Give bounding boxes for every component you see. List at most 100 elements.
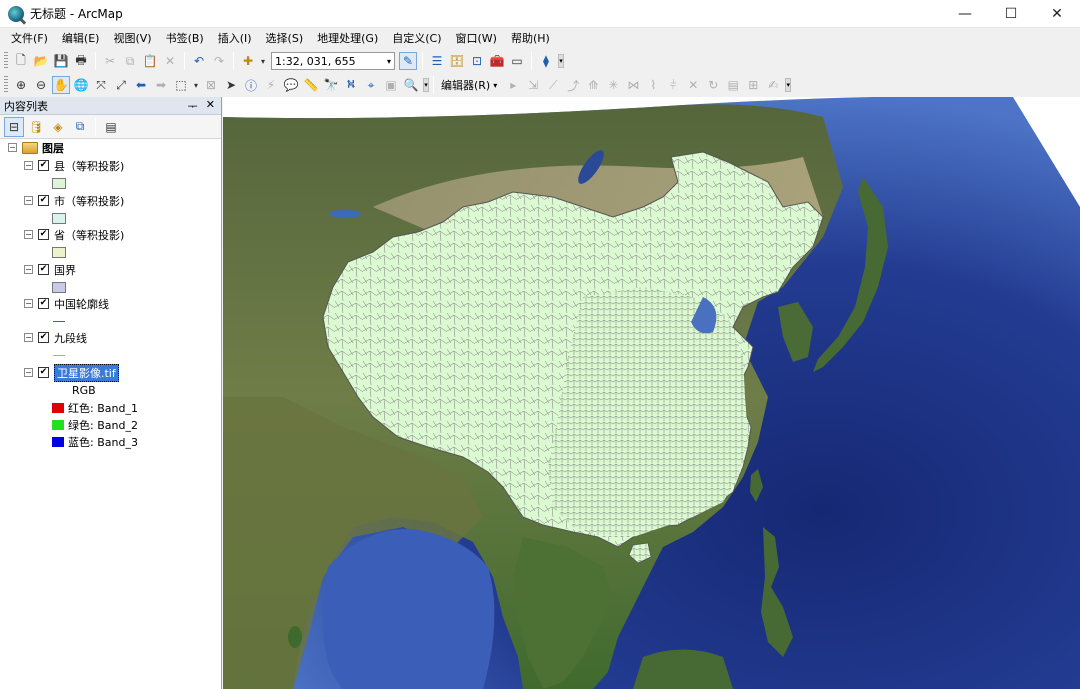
toolbar-overflow-icon[interactable]: ▾ [558, 54, 564, 68]
layer-symbol-row[interactable] [53, 347, 65, 364]
catalog-icon[interactable]: 🗄 [448, 52, 466, 70]
collapse-toggle-icon[interactable]: − [8, 143, 17, 152]
select-elements-arrow-icon[interactable]: ➤ [222, 76, 240, 94]
rotate-icon[interactable]: ↻ [704, 76, 722, 94]
close-button[interactable]: ✕ [1034, 0, 1080, 28]
select-features-icon[interactable]: ⬚ [172, 76, 190, 94]
sketch-properties-icon[interactable]: ⊞ [744, 76, 762, 94]
new-document-icon[interactable]: 🗋 [12, 52, 30, 70]
delete-icon[interactable]: ✕ [161, 52, 179, 70]
maximize-button[interactable]: ☐ [988, 0, 1034, 28]
paste-icon[interactable]: 📋 [141, 52, 159, 70]
zoom-in-icon[interactable]: ⊕ [12, 76, 30, 94]
layer-visibility-checkbox[interactable]: ✔ [38, 298, 49, 309]
layer-visibility-checkbox[interactable]: ✔ [38, 195, 49, 206]
toc-close-icon[interactable]: ✕ [206, 98, 215, 114]
trace-icon[interactable]: ⟰ [584, 76, 602, 94]
table-of-contents-icon[interactable]: ☰ [428, 52, 446, 70]
band-legend-row[interactable]: 蓝色: Band_3 [52, 433, 138, 450]
print-icon[interactable]: 🖶 [72, 52, 90, 70]
menu-edit[interactable]: 编辑(E) [55, 30, 107, 46]
list-by-source-icon[interactable]: 🛢 [26, 117, 46, 137]
layer-symbol-row[interactable] [52, 279, 66, 296]
line-symbol-swatch[interactable] [53, 321, 65, 322]
add-data-dropdown-icon[interactable]: ▾ [259, 52, 267, 70]
straight-segment-icon[interactable]: ⟋ [544, 76, 562, 94]
measure-icon[interactable]: 📏 [302, 76, 320, 94]
fixed-zoom-out-icon[interactable]: ⤢ [112, 76, 130, 94]
polygon-symbol-swatch[interactable] [52, 247, 66, 258]
collapse-toggle-icon[interactable]: − [24, 230, 33, 239]
attributes-icon[interactable]: ▤ [724, 76, 742, 94]
data-frame-row[interactable]: − 图层 [8, 139, 64, 156]
polygon-symbol-swatch[interactable] [52, 213, 66, 224]
auto-hide-pin-icon[interactable]: ᅮ [188, 98, 198, 114]
layer-row[interactable]: − ✔ 国界 [24, 261, 76, 278]
edit-vertices-icon[interactable]: ⋈ [624, 76, 642, 94]
layer-visibility-checkbox[interactable]: ✔ [38, 229, 49, 240]
edit-tool-icon[interactable]: ▸ [504, 76, 522, 94]
hyperlink-icon[interactable]: ⚡ [262, 76, 280, 94]
collapse-toggle-icon[interactable]: − [24, 161, 33, 170]
polygon-symbol-swatch[interactable] [52, 282, 66, 293]
toolbar-overflow-icon[interactable]: ▾ [785, 78, 792, 92]
map-scale-combobox[interactable]: 1:32, 031, 655 ▾ [271, 52, 395, 70]
menu-insert[interactable]: 插入(I) [211, 30, 259, 46]
editor-menu-button[interactable]: 编辑器(R) [441, 77, 490, 93]
list-by-visibility-icon[interactable]: ◈ [48, 117, 68, 137]
menu-bookmarks[interactable]: 书签(B) [159, 30, 211, 46]
layer-symbol-row[interactable] [52, 175, 66, 192]
east-china-dense-counties[interactable] [548, 287, 748, 537]
menu-file[interactable]: 文件(F) [4, 30, 55, 46]
layer-symbol-row[interactable] [53, 313, 65, 330]
toolbar-grip[interactable] [4, 76, 8, 94]
menu-geoprocessing[interactable]: 地理处理(G) [310, 30, 385, 46]
collapse-toggle-icon[interactable]: − [24, 196, 33, 205]
layer-visibility-checkbox[interactable]: ✔ [38, 264, 49, 275]
create-viewer-window-icon[interactable]: 🔍 [402, 76, 420, 94]
modelbuilder-icon[interactable]: ⧫ [537, 52, 555, 70]
menu-help[interactable]: 帮助(H) [504, 30, 557, 46]
pan-hand-icon[interactable]: ✋ [52, 76, 70, 94]
search-window-icon[interactable]: ⊡ [468, 52, 486, 70]
undo-icon[interactable]: ↶ [190, 52, 208, 70]
toc-options-icon[interactable]: ▤ [101, 117, 121, 137]
create-features-icon[interactable]: ✍ [764, 76, 782, 94]
layer-visibility-checkbox[interactable]: ✔ [38, 332, 49, 343]
fixed-zoom-in-icon[interactable]: ⤧ [92, 76, 110, 94]
minimize-button[interactable]: — [942, 0, 988, 28]
menu-customize[interactable]: 自定义(C) [385, 30, 448, 46]
cut-polygons-icon[interactable]: ⫩ [664, 76, 682, 94]
back-extent-icon[interactable]: ⬅ [132, 76, 150, 94]
line-symbol-swatch[interactable] [53, 355, 65, 356]
layer-row[interactable]: − ✔ 县（等积投影) [24, 157, 124, 174]
copy-icon[interactable]: ⧉ [121, 52, 139, 70]
reshape-icon[interactable]: ⌇ [644, 76, 662, 94]
layer-visibility-checkbox[interactable]: ✔ [38, 160, 49, 171]
collapse-toggle-icon[interactable]: − [24, 299, 33, 308]
menu-windows[interactable]: 窗口(W) [449, 30, 504, 46]
list-by-selection-icon[interactable]: ⧉ [70, 117, 90, 137]
band-legend-row[interactable]: 绿色: Band_2 [52, 416, 138, 433]
editor-toolbar-icon[interactable]: ✎ [399, 52, 417, 70]
open-folder-icon[interactable]: 📂 [32, 52, 50, 70]
identify-icon[interactable]: ⓘ [242, 76, 260, 94]
zoom-out-icon[interactable]: ⊖ [32, 76, 50, 94]
band-legend-row[interactable]: 红色: Band_1 [52, 399, 138, 416]
redo-icon[interactable]: ↷ [210, 52, 228, 70]
full-extent-icon[interactable]: 🌐 [72, 76, 90, 94]
collapse-toggle-icon[interactable]: − [24, 265, 33, 274]
point-icon[interactable]: ✳ [604, 76, 622, 94]
collapse-toggle-icon[interactable]: − [24, 333, 33, 342]
python-window-icon[interactable]: ▭ [508, 52, 526, 70]
layer-visibility-checkbox[interactable]: ✔ [38, 367, 49, 378]
cut-icon[interactable]: ✂ [101, 52, 119, 70]
end-point-arc-icon[interactable]: ⤴ [564, 76, 582, 94]
find-route-icon[interactable]: ⛕ [342, 76, 360, 94]
polygon-symbol-swatch[interactable] [52, 178, 66, 189]
map-canvas[interactable] [223, 97, 1080, 689]
find-binoculars-icon[interactable]: 🔭 [322, 76, 340, 94]
list-by-drawing-order-icon[interactable]: ⊟ [4, 116, 24, 137]
layer-row[interactable]: − ✔ 省（等积投影) [24, 226, 124, 243]
save-icon[interactable]: 💾 [52, 52, 70, 70]
